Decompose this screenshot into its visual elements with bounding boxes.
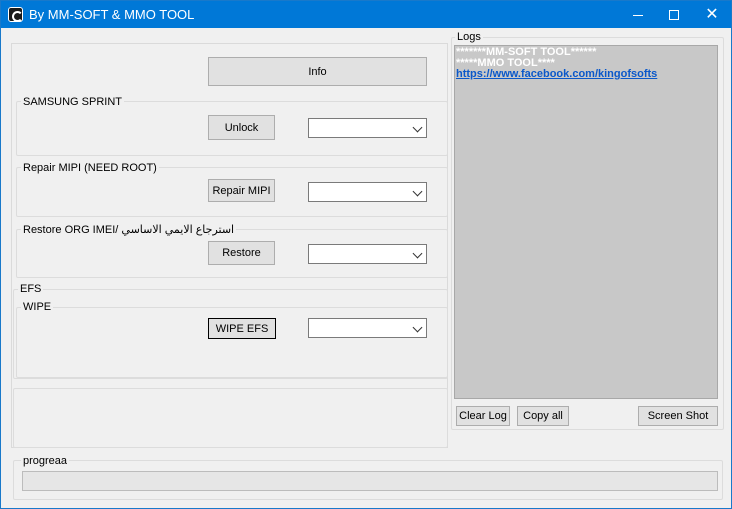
mipi-combo[interactable]	[308, 182, 427, 202]
log-output[interactable]: *******MM-SOFT TOOL****** *****MMO TOOL*…	[454, 45, 718, 399]
progress-label: progreaa	[21, 455, 70, 467]
restore-button[interactable]: Restore	[208, 241, 275, 265]
close-button[interactable]: ✕	[695, 1, 729, 28]
wipe-label: WIPE	[21, 301, 54, 313]
copy-all-button[interactable]: Copy all	[517, 406, 569, 426]
progress-bar	[22, 471, 718, 491]
facebook-link[interactable]: https://www.facebook.com/kingofsofts	[456, 69, 716, 80]
maximize-button[interactable]	[657, 1, 691, 28]
restore-combo[interactable]	[308, 244, 427, 264]
window-title: By MM-SOFT & MMO TOOL	[29, 7, 195, 22]
bottom-empty-group	[13, 388, 448, 448]
repair-mipi-button[interactable]: Repair MIPI	[208, 179, 275, 202]
chevron-down-icon	[412, 322, 423, 333]
clear-log-button[interactable]: Clear Log	[456, 406, 510, 426]
maximize-icon	[669, 9, 679, 20]
chevron-down-icon	[412, 186, 423, 197]
chevron-down-icon	[412, 122, 423, 133]
screen-shot-button[interactable]: Screen Shot	[638, 406, 718, 426]
minimize-icon	[633, 15, 643, 16]
app-logo-icon	[8, 7, 23, 22]
efs-label: EFS	[18, 283, 44, 295]
close-icon: ✕	[705, 5, 719, 23]
wipe-efs-button[interactable]: WIPE EFS	[208, 318, 276, 339]
restore-imei-label: Restore ORG IMEI/ استرجاع الايمي الاساسي	[21, 223, 237, 236]
wipe-combo[interactable]	[308, 318, 427, 338]
repair-mipi-label: Repair MIPI (NEED ROOT)	[21, 162, 159, 174]
app-window: By MM-SOFT & MMO TOOL ✕ Info SAMSUNG SPR…	[0, 0, 732, 509]
info-button[interactable]: Info	[208, 57, 427, 86]
chevron-down-icon	[412, 248, 423, 259]
samsung-sprint-label: SAMSUNG SPRINT	[21, 96, 125, 108]
samsung-combo[interactable]	[308, 118, 427, 138]
title-bar[interactable]: By MM-SOFT & MMO TOOL ✕	[1, 1, 731, 28]
minimize-button[interactable]	[621, 1, 655, 28]
logs-label: Logs	[455, 31, 483, 43]
unlock-button[interactable]: Unlock	[208, 115, 275, 140]
